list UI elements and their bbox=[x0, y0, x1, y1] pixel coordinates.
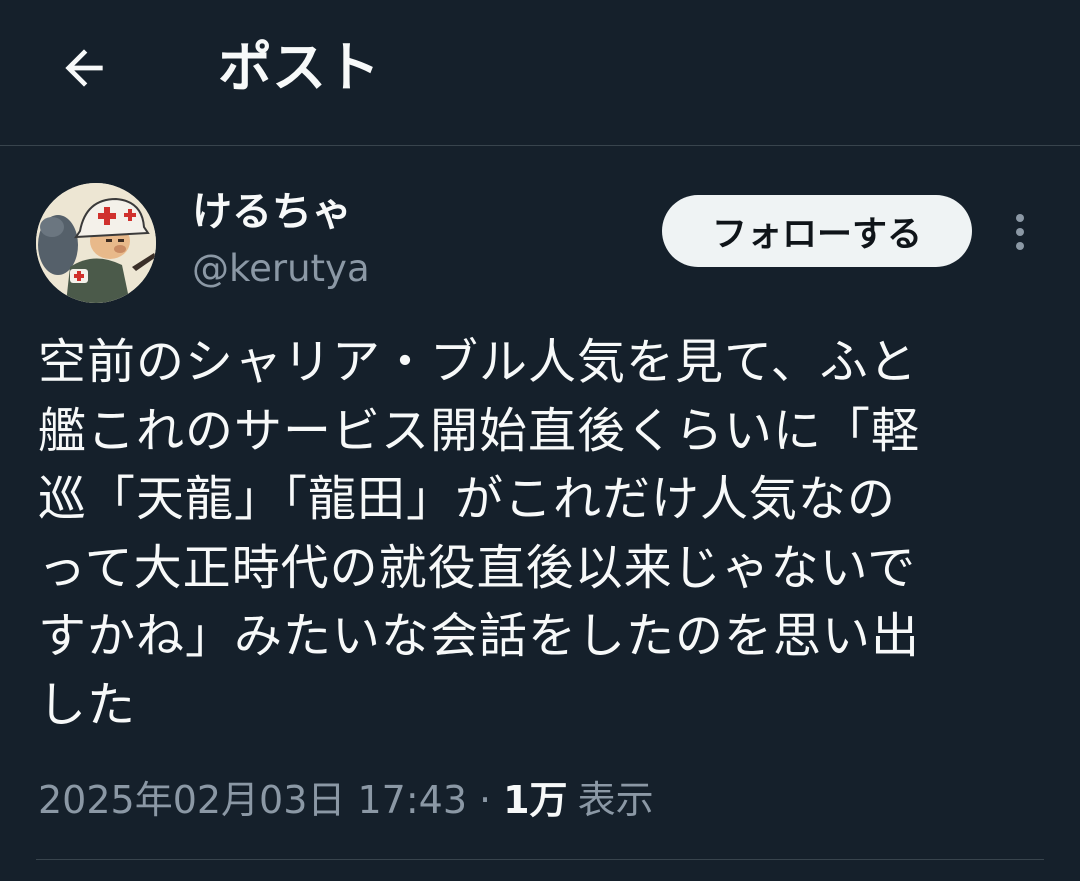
views-label: 表示 bbox=[577, 778, 654, 822]
top-bar: ポスト bbox=[0, 0, 1080, 146]
tweet-timestamp[interactable]: 2025年02月03日 17:43 bbox=[38, 770, 467, 830]
tweet-text-line: って大正時代の就役直後以来じゃないで bbox=[38, 539, 917, 596]
tweet-meta: 2025年02月03日 17:43 · 1万 表示 bbox=[38, 770, 654, 830]
author-display-name[interactable]: けるちゃ bbox=[192, 186, 352, 238]
tweet-text-line: すかね」みたいな会話をしたのを思い出 bbox=[38, 608, 921, 664]
more-vertical-icon bbox=[1016, 214, 1024, 222]
tweet-text-line: した bbox=[38, 676, 137, 733]
back-button[interactable] bbox=[52, 36, 116, 100]
author-handle[interactable]: @kerutya bbox=[192, 243, 370, 295]
more-vertical-icon bbox=[1016, 242, 1024, 250]
more-options-button[interactable] bbox=[1000, 206, 1040, 258]
meta-separator: · bbox=[479, 778, 492, 822]
follow-button[interactable]: フォローする bbox=[662, 195, 972, 267]
tweet-text-line: 艦これのサービス開始直後くらいに「軽 bbox=[38, 402, 921, 459]
tweet-text-line: 巡「天龍」「龍田」がこれだけ人気なの bbox=[38, 471, 897, 527]
page-title: ポスト bbox=[218, 36, 380, 99]
arrow-left-icon bbox=[65, 49, 103, 87]
divider bbox=[36, 859, 1044, 860]
avatar[interactable] bbox=[36, 183, 156, 303]
avatar-illustration bbox=[36, 183, 156, 303]
tweet-text: 空前のシャリア・ブル人気を見て、ふと 艦これのサービス開始直後くらいに「軽 巡「… bbox=[38, 328, 1038, 739]
tweet-text-line: 空前のシャリア・ブル人気を見て、ふと bbox=[38, 334, 918, 390]
views-count[interactable]: 1万 bbox=[503, 770, 567, 830]
more-vertical-icon bbox=[1016, 228, 1024, 236]
